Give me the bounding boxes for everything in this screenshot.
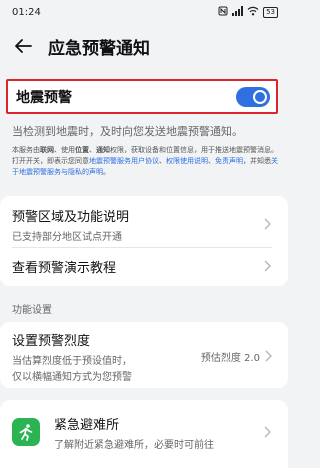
disclaimer-link[interactable]: 免责声明 — [215, 157, 243, 165]
notice-text: 。 — [103, 168, 110, 176]
info-card: 预警区域及功能说明 已支持部分地区试点开通 查看预警演示教程 — [0, 196, 288, 286]
nfc-icon — [218, 6, 228, 19]
alert-intensity-row[interactable]: 设置预警烈度 当估算烈度低于预设值时， 仅以横幅通知方式为您预警 预估烈度 2.… — [0, 330, 288, 383]
status-time: 01:24 — [12, 6, 41, 18]
alert-description: 当检测到地震时，及时向您发送地震预警通知。 — [12, 125, 243, 138]
demo-tutorial-row[interactable]: 查看预警演示教程 — [0, 248, 288, 284]
intensity-value: 预估烈度 2.0 — [201, 349, 272, 364]
intensity-value-text: 预估烈度 2.0 — [200, 352, 260, 364]
page-title: 应急预警通知 — [48, 38, 150, 59]
switch-knob — [253, 89, 267, 104]
notice-location: 位置 — [75, 146, 89, 154]
earthquake-alert-switch[interactable] — [236, 86, 270, 107]
warning-region-row[interactable]: 预警区域及功能说明 已支持部分地区试点开通 — [0, 202, 288, 246]
alert-intensity-title: 设置预警烈度 — [12, 333, 91, 349]
notice-network: 联网 — [40, 146, 54, 154]
alert-intensity-text: 设置预警烈度 当估算烈度低于预设值时， 仅以横幅通知方式为您预警 — [12, 330, 132, 383]
status-icons: 53 — [218, 5, 278, 19]
demo-tutorial-title: 查看预警演示教程 — [12, 260, 117, 276]
earthquake-alert-row: 地震预警 — [6, 79, 278, 114]
emergency-shelter-row[interactable]: 紧急避难所 了解附近紧急避难所，必要时可前往 — [0, 410, 288, 454]
signal-icon — [232, 5, 244, 19]
wifi-icon — [247, 6, 259, 19]
warning-region-title: 预警区域及功能说明 — [12, 209, 130, 225]
permission-notes-link[interactable]: 权限使用说明 — [166, 157, 208, 165]
section-label: 功能设置 — [12, 305, 52, 316]
notice-notification: 通知 — [96, 146, 110, 154]
emergency-shelter-text: 紧急避难所 了解附近紧急避难所，必要时可前往 — [54, 414, 214, 451]
running-person-icon — [12, 418, 40, 446]
settings-card: 设置预警烈度 当估算烈度低于预设值时， 仅以横幅通知方式为您预警 预估烈度 2.… — [0, 322, 288, 388]
shelter-card: 紧急避难所 了解附近紧急避难所，必要时可前往 — [0, 400, 288, 468]
title-bar: 应急预警通知 — [0, 26, 288, 66]
chevron-right-icon — [265, 350, 272, 362]
warning-region-text: 预警区域及功能说明 已支持部分地区试点开通 — [12, 206, 129, 243]
emergency-shelter-subtitle: 了解附近紧急避难所，必要时可前往 — [54, 439, 214, 451]
notice-text: 、使用 — [54, 146, 75, 154]
notice-text: 、 — [208, 157, 215, 165]
emergency-shelter-main: 紧急避难所 了解附近紧急避难所，必要时可前往 — [12, 414, 214, 451]
warning-region-subtitle: 已支持部分地区试点开通 — [12, 231, 122, 243]
notice-text: ，并知悉 — [243, 157, 271, 165]
notice-text: 、 — [89, 146, 96, 154]
battery-indicator: 53 — [263, 6, 278, 18]
back-arrow-icon[interactable] — [12, 35, 34, 57]
alert-intensity-subtitle-1: 当估算烈度低于预设值时， — [12, 355, 132, 367]
chevron-right-icon — [262, 217, 272, 231]
chevron-right-icon — [262, 425, 272, 439]
notice-text: 、 — [159, 157, 166, 165]
notice-text: 本服务由 — [12, 146, 40, 154]
status-bar: 01:24 53 — [0, 0, 288, 24]
user-agreement-link[interactable]: 地震预警服务用户协议 — [89, 157, 159, 165]
service-notice: 本服务由联网、使用位置、通知权限，获取设备和位置信息，用于推送地震预警消息。打开… — [12, 145, 280, 178]
alert-intensity-subtitle-2: 仅以横幅通知方式为您预警 — [12, 371, 132, 383]
chevron-right-icon — [262, 259, 272, 273]
emergency-shelter-title: 紧急避难所 — [54, 417, 120, 433]
earthquake-alert-label: 地震预警 — [16, 89, 72, 106]
